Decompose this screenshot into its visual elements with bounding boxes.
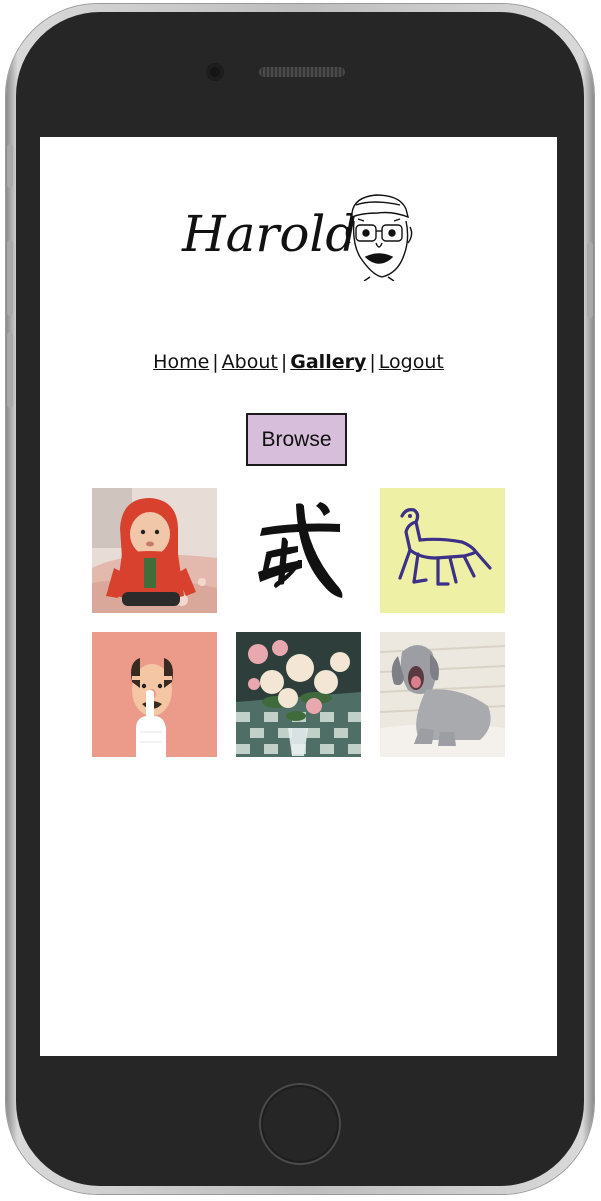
volume-down-button <box>7 332 13 408</box>
browse-button[interactable]: Browse <box>246 413 347 466</box>
flowers-image <box>236 632 361 757</box>
gallery-image-puppy[interactable] <box>380 632 505 757</box>
earpiece-speaker <box>259 67 345 77</box>
gallery-image-cartoon[interactable] <box>92 632 217 757</box>
nav-link-logout[interactable]: Logout <box>379 351 444 373</box>
site-logo[interactable]: Harold <box>182 191 417 281</box>
main-nav: Home | About | Gallery | Logout <box>40 351 557 373</box>
nav-link-home[interactable]: Home <box>153 351 209 373</box>
baby-in-red-hoodie-image <box>92 488 217 613</box>
bald-man-cartoon-image <box>92 632 217 757</box>
logo-text: Harold <box>182 205 358 263</box>
grey-puppy-image <box>380 632 505 757</box>
chinese-character-image <box>236 488 361 613</box>
nav-separator: | <box>280 351 288 373</box>
gallery-image-dinosaur[interactable] <box>380 488 505 613</box>
phone-screen: Harold Home | About | Gallery | Logout B… <box>40 137 557 1056</box>
volume-up-button <box>7 240 13 316</box>
power-button <box>587 242 593 318</box>
nav-link-gallery[interactable]: Gallery <box>290 351 366 373</box>
home-button <box>259 1083 341 1165</box>
gallery-image-baby[interactable] <box>92 488 217 613</box>
dinosaur-drawing-image <box>380 488 505 613</box>
nav-separator: | <box>212 351 219 373</box>
old-man-caricature-icon <box>345 194 413 281</box>
nav-separator: | <box>369 351 376 373</box>
nav-link-about[interactable]: About <box>222 351 278 373</box>
gallery-image-character[interactable] <box>236 488 361 613</box>
gallery-image-flowers[interactable] <box>236 632 361 757</box>
mute-switch <box>7 144 13 188</box>
front-camera <box>206 63 224 81</box>
